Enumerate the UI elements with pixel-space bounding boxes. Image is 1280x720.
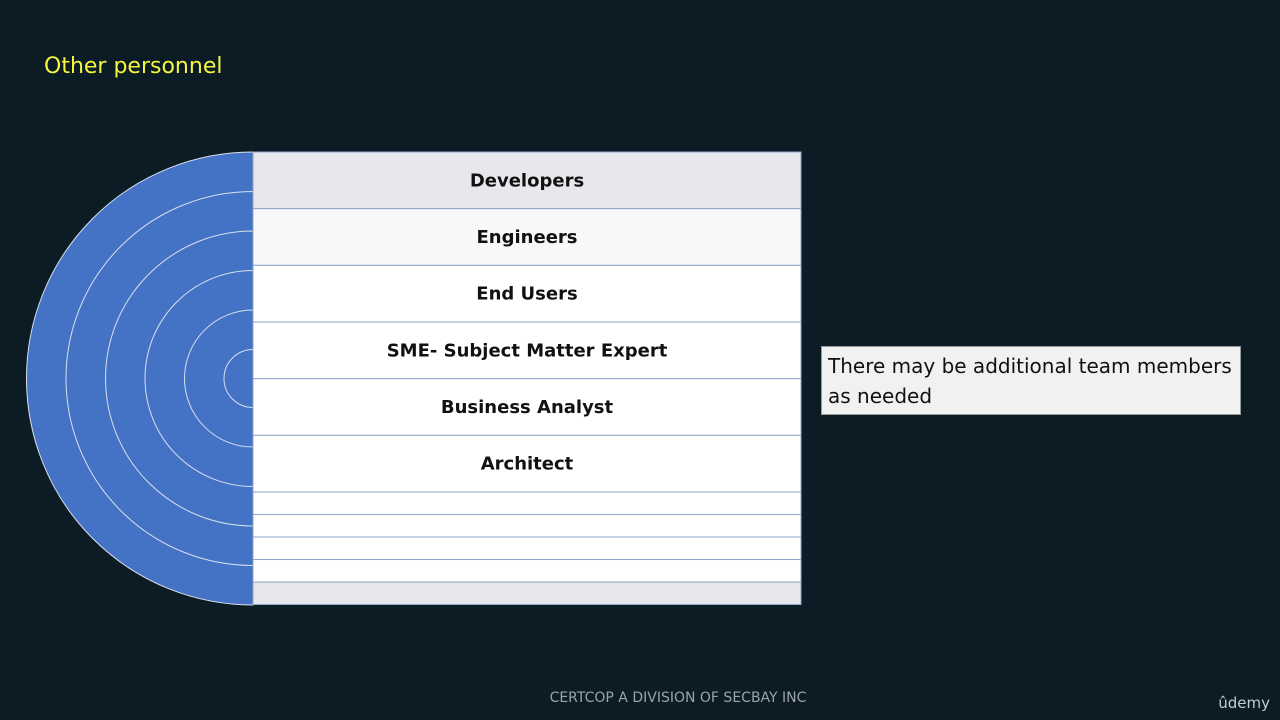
footer-text: CERTCOP A DIVISION OF SECBAY INC: [549, 690, 807, 706]
personnel-rows: Developers Engineers End Users SME- Subject…: [252, 151, 802, 606]
concentric-arcs: [26, 151, 254, 606]
udemy-logo: ûdemy: [1218, 694, 1270, 712]
personnel-row-label: Business Analyst: [441, 397, 614, 418]
empty-row: [252, 491, 802, 516]
personnel-row-label: Engineers: [477, 227, 578, 248]
empty-row: [252, 581, 802, 606]
empty-row: [252, 536, 802, 561]
additional-members-callout: There may be additional team members as …: [821, 346, 1241, 415]
personnel-row-label: Architect: [481, 454, 574, 475]
empty-row: [252, 559, 802, 583]
personnel-row-label: SME- Subject Matter Expert: [387, 340, 668, 361]
empty-row: [252, 514, 802, 538]
personnel-row-label: Developers: [470, 170, 584, 191]
personnel-row-label: End Users: [476, 284, 577, 305]
